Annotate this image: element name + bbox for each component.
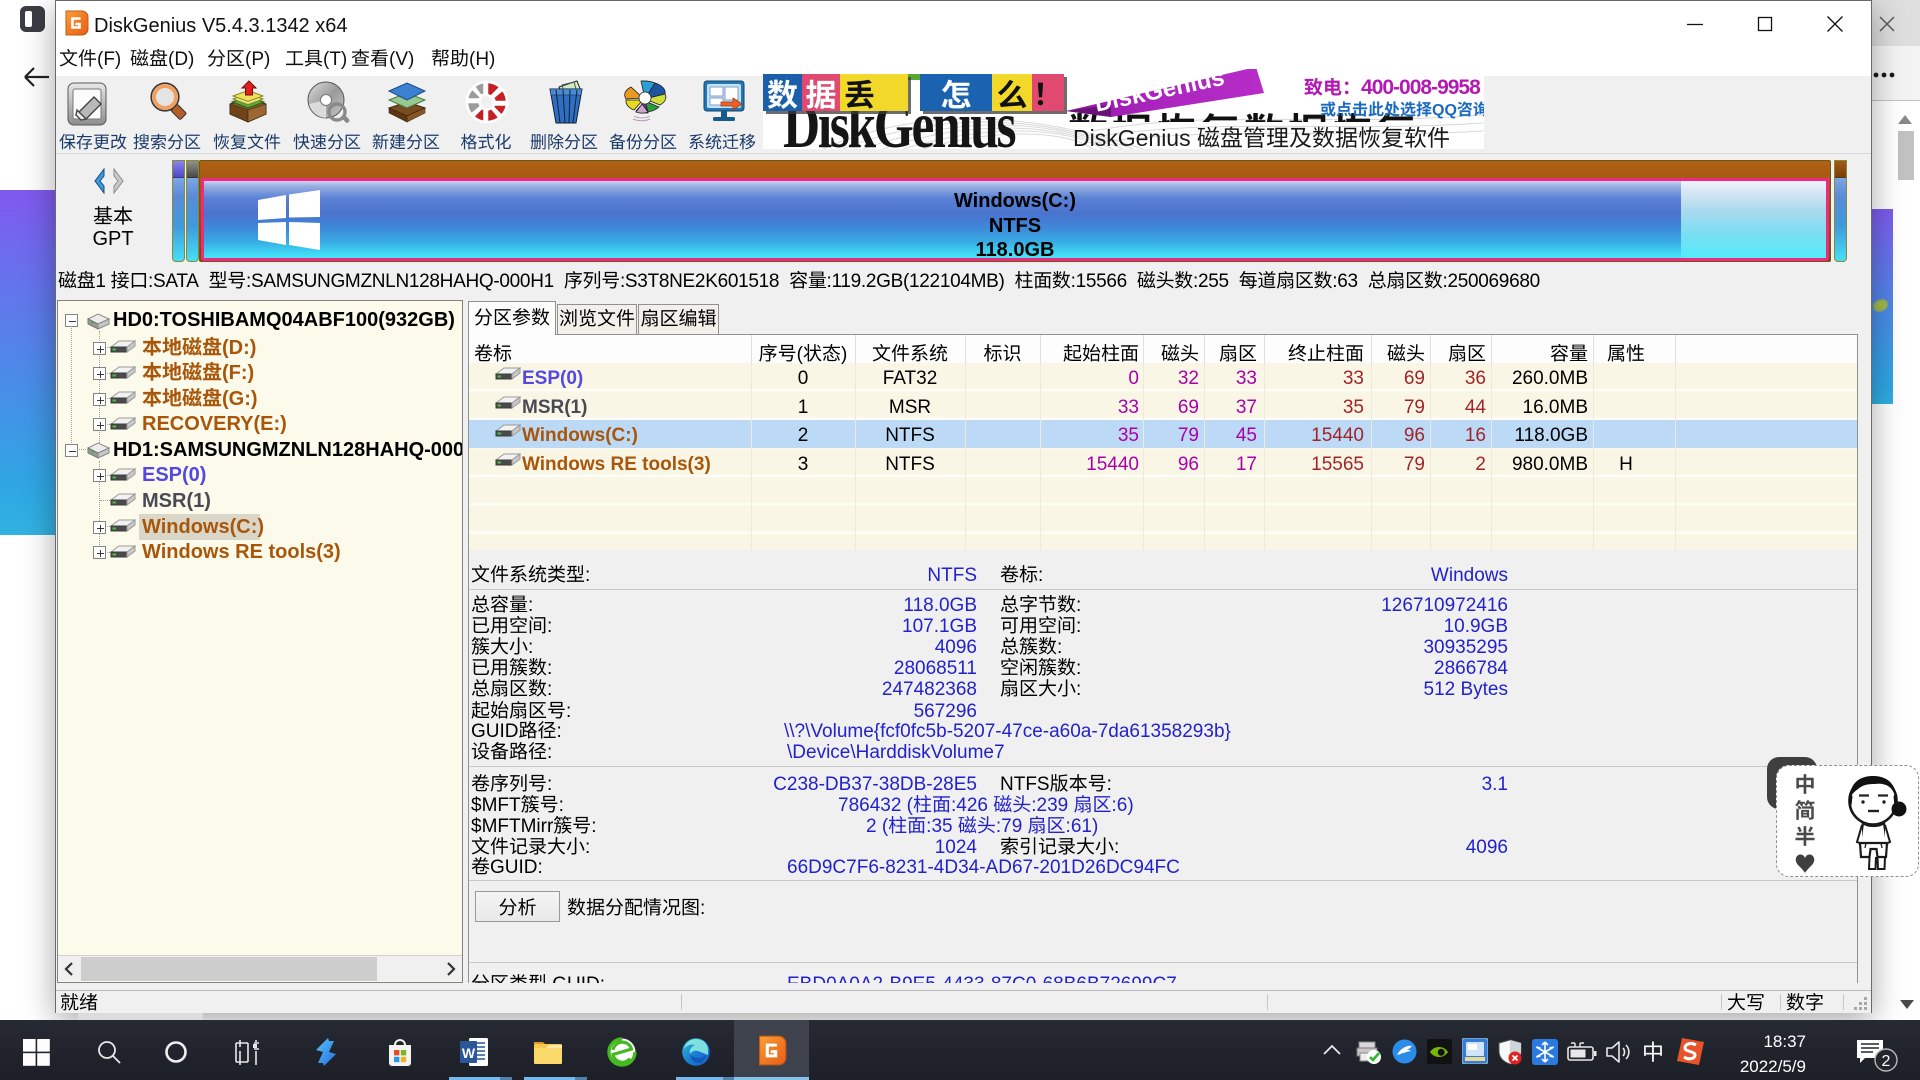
svg-text:W: W — [462, 1043, 476, 1063]
svg-text:2: 2 — [1882, 1047, 1891, 1071]
